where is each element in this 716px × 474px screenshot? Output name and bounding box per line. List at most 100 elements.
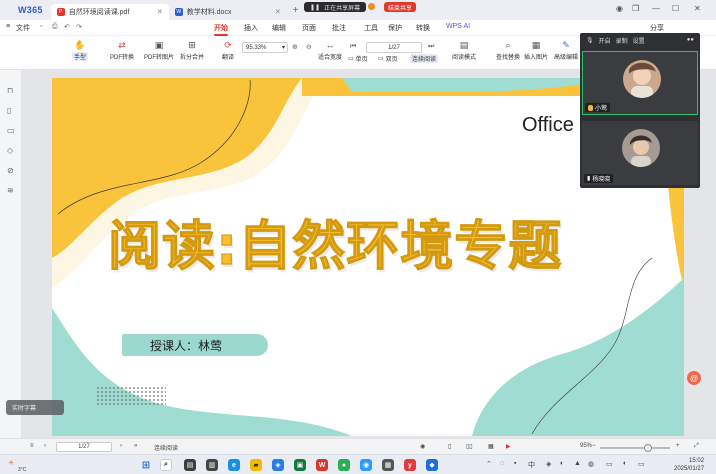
pdf-to-image-button[interactable]: ▣ PDF转图片 (144, 40, 174, 61)
app-tray-icon[interactable]: ◍ (588, 460, 594, 468)
first-page-icon[interactable]: ⏮ (350, 43, 356, 51)
menu-wps-ai[interactable]: WPS AI (446, 23, 470, 30)
battery-icon[interactable]: ▭ (638, 460, 645, 468)
eye-icon[interactable]: ◉ (420, 443, 425, 450)
video-header-settings[interactable]: 设置 (633, 36, 645, 45)
single-view-icon[interactable]: ▯ (448, 443, 451, 450)
menu-comment[interactable]: 批注 (332, 23, 346, 33)
store-icon[interactable]: ◈ (272, 459, 284, 471)
split-merge-button[interactable]: ⊞ 拆分合并 (180, 40, 204, 61)
undo-icon[interactable]: ↶ (64, 23, 70, 31)
tag-icon[interactable]: ◇ (7, 146, 13, 155)
app-icon[interactable]: ▦ (382, 459, 394, 471)
bookmark-icon[interactable]: ⊓ (7, 86, 13, 95)
last-page-icon[interactable]: ⏭ (428, 43, 434, 51)
file-explorer-icon[interactable]: ▰ (250, 459, 262, 471)
close-icon[interactable]: ✕ (275, 8, 281, 16)
zoom-slider[interactable] (600, 444, 670, 452)
play-icon[interactable]: ▶ (506, 443, 511, 450)
thumbnail-icon[interactable]: ▯ (7, 106, 11, 115)
video-header-record[interactable]: 录制 (616, 36, 628, 45)
grid-view-icon[interactable]: ▦ (488, 443, 494, 450)
fullscreen-icon[interactable]: ⤢ (694, 443, 699, 450)
menu-protect[interactable]: 保护 (388, 23, 402, 33)
menu-file[interactable]: 文件 (16, 23, 30, 33)
wps-icon[interactable]: W (316, 459, 328, 471)
new-tab-button[interactable]: + (287, 5, 305, 16)
live-caption-button[interactable]: 实时字幕 (6, 400, 64, 415)
menu-insert[interactable]: 插入 (244, 23, 258, 33)
app-icon[interactable]: ▣ (294, 459, 306, 471)
menu-edit[interactable]: 编辑 (272, 23, 286, 33)
insert-image-button[interactable]: ▦ 插入图片 (524, 40, 548, 61)
redo-icon[interactable]: ↷ (76, 23, 82, 31)
window-restore-icon[interactable]: ❐ (632, 4, 639, 13)
save-icon[interactable]: ▫ (40, 23, 42, 30)
search-icon[interactable]: ⌕ (160, 459, 172, 471)
participant-tile[interactable]: 小莺 (582, 51, 698, 115)
menu-home[interactable]: 开始 (214, 23, 228, 36)
zoom-field[interactable]: 95.33% ▾ (242, 42, 288, 53)
layers-icon[interactable]: ≋ (7, 186, 14, 195)
edge-browser-icon[interactable]: e (228, 459, 240, 471)
hand-tool-button[interactable]: ✋ 手型 (72, 40, 89, 61)
reading-mode-button[interactable]: ▤ 阅读模式 (452, 40, 476, 61)
next-page-icon[interactable]: › (120, 443, 122, 449)
network-icon[interactable]: ▭ (606, 460, 613, 468)
zoom-slider-knob[interactable] (644, 444, 652, 452)
tab-pdf-document[interactable]: P 自然环境阅读课.pdf ✕ (50, 4, 169, 20)
nav-icon[interactable]: ≡ (30, 443, 34, 449)
zoom-in-icon[interactable]: + (676, 443, 680, 449)
find-replace-button[interactable]: ⌕ 查找替换 (496, 40, 520, 61)
share-button[interactable]: 分享 (650, 23, 664, 33)
fit-width-button[interactable]: ↔ 适合宽度 (318, 40, 342, 61)
ime-icon[interactable]: 中 (528, 460, 535, 470)
advanced-edit-button[interactable]: ✎ 高级编辑 (554, 40, 578, 61)
menu-tools[interactable]: 工具 (364, 23, 378, 33)
app-icon[interactable]: ▥ (206, 459, 218, 471)
zoom-in-icon[interactable]: ⊕ (292, 43, 298, 51)
meeting-app-icon[interactable]: ◉ (360, 459, 372, 471)
double-view-icon[interactable]: ▯▯ (466, 443, 473, 450)
avatar-icon[interactable]: ◉ (616, 4, 623, 13)
translate-button[interactable]: ⟳ 翻译 (222, 40, 234, 61)
read-mode-label[interactable]: 连续阅读 (154, 443, 178, 452)
print-icon[interactable]: ⎙ (52, 23, 58, 31)
video-header-start[interactable]: 开启 (599, 36, 611, 45)
end-share-button[interactable]: 结束共享 (384, 2, 417, 12)
participant-tile[interactable]: ▮ 杨晓晓 (582, 121, 698, 185)
system-clock[interactable]: 15:02 2025/01/27 (674, 457, 704, 473)
app-brand[interactable]: W365 (0, 5, 51, 15)
maximize-icon[interactable]: ☐ (672, 4, 679, 13)
menu-convert[interactable]: 转换 (416, 23, 430, 33)
pdf-convert-button[interactable]: ⇄ PDF转换 (110, 40, 134, 61)
app-tray-icon[interactable]: ◈ (546, 460, 551, 468)
single-page-button[interactable]: ▭ 单页 (348, 54, 368, 63)
tab-word-document[interactable]: W 教学材料.docx ✕ (169, 4, 287, 20)
close-window-icon[interactable]: ✕ (694, 4, 701, 13)
app-tray-icon[interactable]: ◐ (560, 460, 564, 467)
app-tray-icon[interactable]: ▪ (514, 460, 516, 467)
assistant-badge-icon[interactable]: @ (687, 371, 701, 385)
more-icon[interactable]: ●● (687, 37, 700, 43)
youdao-icon[interactable]: y (404, 459, 416, 471)
task-view-icon[interactable]: ▤ (184, 459, 196, 471)
prev-page-icon[interactable]: ‹ (44, 443, 46, 449)
attachment-icon[interactable]: ⊘ (7, 166, 14, 175)
volume-icon[interactable]: ◖ (622, 460, 626, 467)
double-page-button[interactable]: ▭ 双页 (378, 54, 398, 63)
weather-icon[interactable]: ☀ (8, 459, 14, 467)
menu-page[interactable]: 页面 (302, 23, 316, 33)
page-number-field[interactable]: 1/27 (366, 42, 422, 53)
wechat-icon[interactable]: ● (338, 459, 350, 471)
comment-icon[interactable]: ▭ (7, 126, 15, 135)
close-icon[interactable]: ✕ (157, 8, 163, 16)
menu-icon[interactable]: ≡ (6, 23, 10, 30)
continuous-read-button[interactable]: 连续阅读 (410, 54, 439, 63)
last-page-icon[interactable]: » (134, 443, 137, 449)
screen-share-indicator[interactable]: ❚❚ 正在共享屏幕 (304, 2, 367, 12)
zoom-out-icon[interactable]: − (592, 443, 596, 449)
wifi-icon[interactable]: ◌ (500, 460, 504, 467)
zoom-out-icon[interactable]: ⊖ (306, 43, 312, 51)
app-tray-icon[interactable]: ▲ (574, 460, 581, 467)
